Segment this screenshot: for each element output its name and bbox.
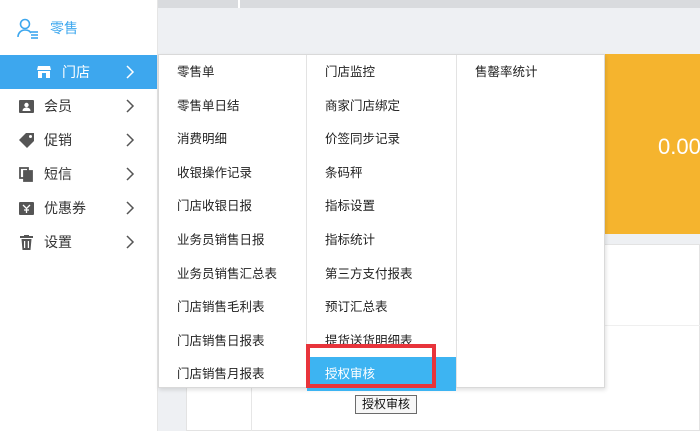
tag-icon — [18, 132, 34, 148]
sidebar-item-label: 设置 — [44, 235, 72, 251]
chevron-right-icon — [126, 235, 135, 249]
copy-icon — [18, 166, 34, 182]
trash-icon — [18, 234, 34, 250]
menu-item-store-gross-profit[interactable]: 门店销售毛利表 — [159, 290, 306, 324]
chevron-right-icon — [126, 201, 135, 215]
submenu-column-1: 零售单 零售单日结 消费明细 收银操作记录 门店收银日报 业务员销售日报 业务员… — [159, 55, 307, 387]
chevron-right-icon — [126, 65, 135, 79]
menu-item-retail-daily-close[interactable]: 零售单日结 — [159, 89, 306, 123]
menu-item-reservation-summary[interactable]: 预订汇总表 — [307, 290, 456, 324]
member-card-icon — [18, 98, 34, 114]
sidebar: 零售 门店 会员 促销 短信 优惠券 设置 — [0, 0, 158, 431]
menu-item-store-cashier-daily[interactable]: 门店收银日报 — [159, 189, 306, 223]
menu-item-retail-order[interactable]: 零售单 — [159, 55, 306, 89]
menu-item-store-monitor[interactable]: 门店监控 — [307, 55, 456, 89]
top-bar-divider — [238, 0, 240, 8]
sidebar-item-promotion[interactable]: 促销 — [0, 123, 157, 157]
chevron-right-icon — [126, 167, 135, 181]
submenu-column-2: 门店监控 商家门店绑定 价签同步记录 条码秤 指标设置 指标统计 第三方支付报表… — [307, 55, 457, 391]
menu-item-store-daily-report[interactable]: 门店销售日报表 — [159, 324, 306, 358]
sidebar-item-label: 短信 — [44, 167, 72, 183]
sidebar-item-settings[interactable]: 设置 — [0, 225, 157, 259]
sidebar-item-label: 门店 — [62, 65, 90, 81]
menu-item-third-party-payment[interactable]: 第三方支付报表 — [307, 257, 456, 291]
submenu-column-3: 售罄率统计 — [457, 55, 604, 387]
sidebar-brand[interactable]: 零售 — [0, 0, 157, 55]
chevron-right-icon — [126, 99, 135, 113]
coupon-icon — [18, 200, 34, 216]
menu-item-consumption-detail[interactable]: 消费明细 — [159, 122, 306, 156]
brand-label: 零售 — [50, 20, 78, 37]
tooltip: 授权审核 — [355, 395, 418, 414]
sidebar-item-store[interactable]: 门店 — [0, 55, 157, 89]
menu-item-indicator-stats[interactable]: 指标统计 — [307, 223, 456, 257]
store-icon — [36, 64, 52, 80]
menu-item-salesperson-summary[interactable]: 业务员销售汇总表 — [159, 257, 306, 291]
sidebar-item-sms[interactable]: 短信 — [0, 157, 157, 191]
stat-card: 0.00 — [600, 54, 700, 234]
menu-item-merchant-store-binding[interactable]: 商家门店绑定 — [307, 89, 456, 123]
stat-card-value: 0.00 — [658, 134, 700, 159]
sidebar-item-label: 优惠券 — [44, 201, 86, 217]
sidebar-item-coupon[interactable]: 优惠券 — [0, 191, 157, 225]
top-bar — [158, 0, 700, 8]
sidebar-item-label: 促销 — [44, 133, 72, 149]
menu-item-barcode-scale[interactable]: 条码秤 — [307, 156, 456, 190]
store-submenu: 零售单 零售单日结 消费明细 收银操作记录 门店收银日报 业务员销售日报 业务员… — [158, 54, 605, 391]
menu-item-indicator-settings[interactable]: 指标设置 — [307, 189, 456, 223]
sidebar-item-label: 会员 — [44, 99, 72, 115]
menu-item-cashier-log[interactable]: 收银操作记录 — [159, 156, 306, 190]
menu-item-price-tag-sync[interactable]: 价签同步记录 — [307, 122, 456, 156]
menu-item-store-monthly-report[interactable]: 门店销售月报表 — [159, 357, 306, 391]
highlight-box — [306, 344, 436, 388]
chevron-right-icon — [126, 133, 135, 147]
sidebar-item-member[interactable]: 会员 — [0, 89, 157, 123]
menu-item-sell-through-stats[interactable]: 售罄率统计 — [457, 55, 604, 89]
user-list-icon — [17, 18, 38, 39]
menu-item-salesperson-daily[interactable]: 业务员销售日报 — [159, 223, 306, 257]
